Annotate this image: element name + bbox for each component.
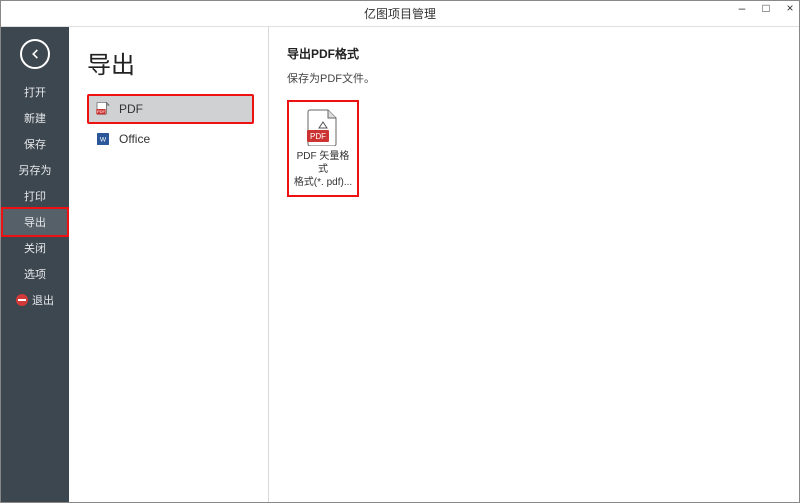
sidebar-item-save[interactable]: 保存 [1,131,69,157]
page-title: 导出 [87,45,254,80]
sidebar-item-new[interactable]: 新建 [1,105,69,131]
pdf-file-icon: PDF [306,108,340,146]
maximize-button[interactable]: □ [761,3,771,13]
sidebar-item-label: 打印 [24,188,46,204]
sidebar-item-export[interactable]: 导出 [1,207,69,237]
sidebar-item-label: 导出 [24,214,46,230]
minimize-button[interactable]: – [737,3,747,13]
sidebar-item-label: 保存 [24,136,46,152]
close-button[interactable]: × [785,3,795,13]
sidebar-item-options[interactable]: 选项 [1,261,69,287]
sidebar-item-label: 关闭 [24,240,46,256]
detail-column: 导出PDF格式 保存为PDF文件。 PDF PDF 矢量格式格式(*. pdf)… [269,27,799,502]
sidebar-item-label: 新建 [24,110,46,126]
sidebar-item-close[interactable]: 关闭 [1,235,69,261]
sidebar-item-print[interactable]: 打印 [1,183,69,209]
tile-label: PDF 矢量格式格式(*. pdf)... [293,150,353,189]
sidebar-item-save-as[interactable]: 另存为 [1,157,69,183]
format-item-office[interactable]: W Office [87,124,254,154]
window-title: 亿图项目管理 [364,5,436,22]
exit-icon [16,294,28,306]
svg-text:PDF: PDF [310,132,326,141]
sidebar: 打开 新建 保存 另存为 打印 导出 关闭 选项 退出 [1,27,69,502]
export-tile-pdf-vector[interactable]: PDF PDF 矢量格式格式(*. pdf)... [287,100,359,197]
sidebar-item-open[interactable]: 打开 [1,79,69,105]
word-icon: W [95,131,111,147]
back-button[interactable] [20,39,50,69]
sidebar-item-label: 打开 [24,84,46,100]
sidebar-item-label: 另存为 [19,162,52,178]
format-item-pdf[interactable]: PDF PDF [87,94,254,124]
detail-title: 导出PDF格式 [287,45,783,62]
format-item-label: PDF [119,102,143,116]
sidebar-item-exit[interactable]: 退出 [1,287,69,313]
titlebar: 亿图项目管理 – □ × [1,1,799,27]
pdf-icon: PDF [95,101,111,117]
svg-text:W: W [100,137,107,144]
svg-text:PDF: PDF [97,109,106,114]
format-item-label: Office [119,132,150,146]
sidebar-item-label: 选项 [24,266,46,282]
arrow-left-icon [28,47,42,61]
format-column: 导出 PDF PDF W Office [69,27,269,502]
detail-subtitle: 保存为PDF文件。 [287,70,783,86]
sidebar-item-label: 退出 [32,292,54,308]
